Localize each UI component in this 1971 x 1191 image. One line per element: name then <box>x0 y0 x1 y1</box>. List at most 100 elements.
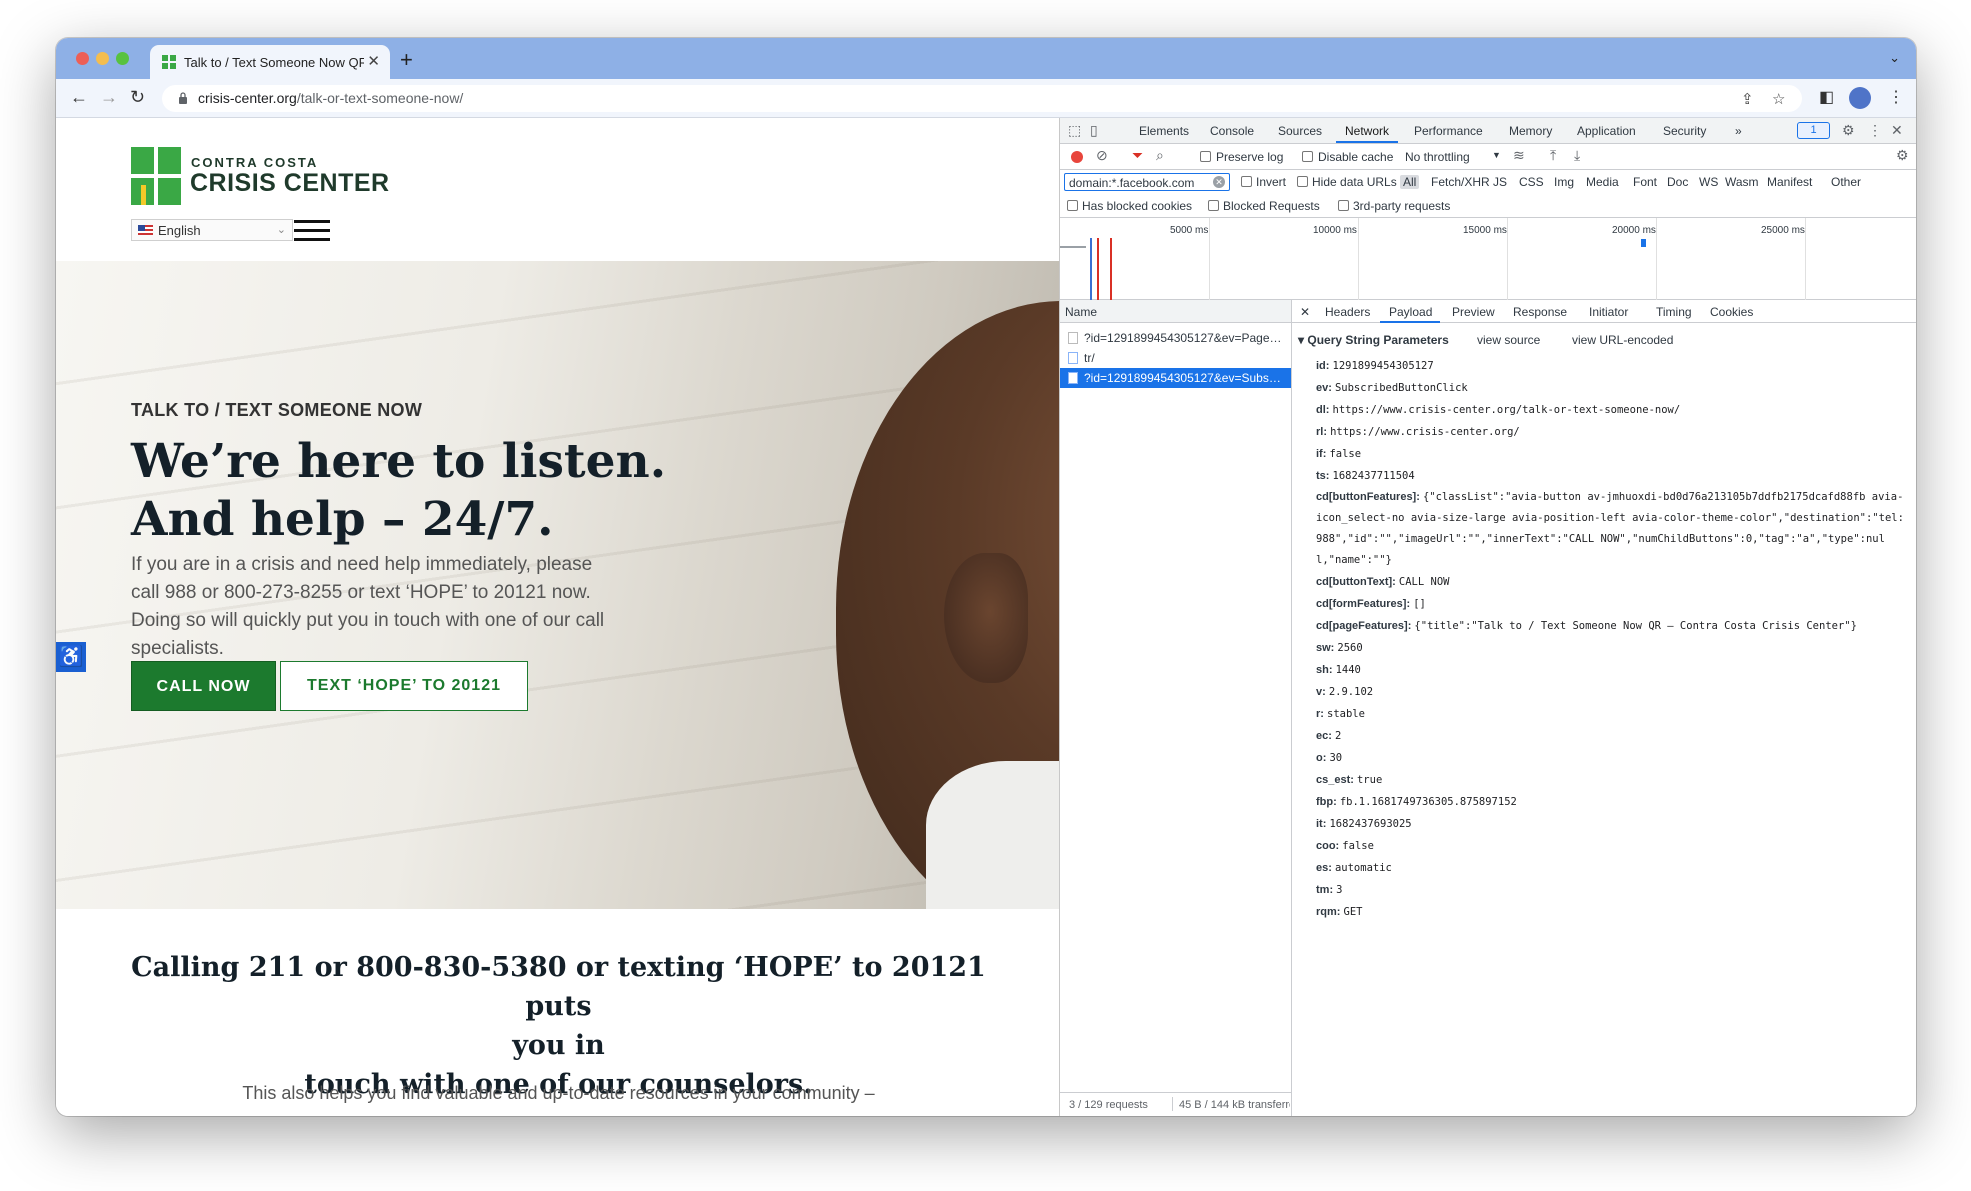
clear-filter-icon[interactable]: ✕ <box>1213 176 1225 188</box>
search-icon[interactable]: ⌕ <box>1156 147 1164 164</box>
document-icon <box>1068 372 1078 384</box>
devtools-more-tabs[interactable]: » <box>1735 124 1742 138</box>
devtools-tab-performance[interactable]: Performance <box>1414 124 1483 138</box>
close-detail-icon[interactable]: ✕ <box>1300 305 1310 319</box>
invert-checkbox[interactable] <box>1241 176 1252 187</box>
device-toolbar-icon[interactable]: ▯ <box>1090 122 1098 139</box>
network-settings-gear-icon[interactable]: ⚙ <box>1896 147 1909 164</box>
detail-tab-cookies[interactable]: Cookies <box>1710 305 1753 319</box>
tab-search-chevron-icon[interactable]: ⌄ <box>1889 50 1900 66</box>
type-filter-doc[interactable]: Doc <box>1667 175 1688 189</box>
hamburger-menu-icon[interactable] <box>294 220 330 242</box>
filter-bar-2: Has blocked cookies Blocked Requests 3rd… <box>1060 194 1916 218</box>
hide-data-urls-checkbox[interactable] <box>1297 176 1308 187</box>
transfer-size: 45 B / 144 kB transferred <box>1172 1097 1290 1111</box>
third-party-label: 3rd-party requests <box>1353 199 1451 213</box>
inspect-element-icon[interactable]: ⬚ <box>1068 122 1081 139</box>
browser-tab[interactable]: Talk to / Text Someone Now QR ✕ <box>150 45 390 79</box>
name-column-header[interactable]: Name <box>1060 300 1291 323</box>
language-select[interactable]: English ⌄ <box>131 219 293 241</box>
request-row[interactable]: ?id=1291899454305127&ev=PageView <box>1060 328 1291 348</box>
reload-icon[interactable]: ↻ <box>130 87 145 108</box>
overview-bar <box>1060 246 1086 248</box>
query-param-row: tm: 3 <box>1316 879 1908 901</box>
back-arrow-icon[interactable]: ← <box>70 87 88 108</box>
devtools-tab-memory[interactable]: Memory <box>1509 124 1552 138</box>
detail-tab-preview[interactable]: Preview <box>1452 305 1495 319</box>
query-params-list: id: 1291899454305127 ev: SubscribedButton… <box>1316 355 1908 923</box>
query-param-value: https://www.crisis-center.org/talk-or-te… <box>1332 404 1681 416</box>
detail-tab-response[interactable]: Response <box>1513 305 1567 319</box>
network-overview[interactable]: 5000 ms 10000 ms 15000 ms 20000 ms 25000… <box>1060 218 1916 300</box>
import-har-icon[interactable]: ⤒ <box>1550 147 1556 164</box>
devtools-panel: ⬚ ▯ Elements Console Sources Network Per… <box>1059 118 1916 1116</box>
close-window-button[interactable] <box>76 52 89 65</box>
side-panel-icon[interactable]: ◧ <box>1819 87 1834 107</box>
forward-arrow-icon[interactable]: → <box>100 87 118 108</box>
filter-input[interactable]: domain:*.facebook.com ✕ <box>1064 173 1230 191</box>
type-filter-media[interactable]: Media <box>1586 175 1619 189</box>
maximize-window-button[interactable] <box>116 52 129 65</box>
network-conditions-icon[interactable]: ≋ <box>1513 147 1525 164</box>
query-param-value: 1440 <box>1335 664 1361 676</box>
query-string-heading[interactable]: ▾ Query String Parameters <box>1298 333 1449 347</box>
view-url-encoded-link[interactable]: view URL-encoded <box>1572 333 1673 347</box>
devtools-tab-elements[interactable]: Elements <box>1139 124 1189 138</box>
type-filter-img[interactable]: Img <box>1554 175 1574 189</box>
bookmark-star-icon[interactable]: ☆ <box>1772 90 1785 108</box>
overview-load-line <box>1097 238 1099 300</box>
detail-tab-timing[interactable]: Timing <box>1656 305 1692 319</box>
export-har-icon[interactable]: ⤓ <box>1574 147 1580 164</box>
type-filter-other[interactable]: Other <box>1831 175 1861 189</box>
detail-tab-headers[interactable]: Headers <box>1325 305 1370 319</box>
invert-label: Invert <box>1256 175 1287 189</box>
issues-badge[interactable]: 1 <box>1797 122 1830 139</box>
document-icon <box>1068 352 1078 364</box>
query-param-key: cd[buttonFeatures]: <box>1316 491 1420 503</box>
settings-gear-icon[interactable]: ⚙ <box>1842 122 1855 139</box>
devtools-tab-network[interactable]: Network <box>1345 124 1389 138</box>
query-param-row: o: 30 <box>1316 747 1908 769</box>
profile-avatar[interactable] <box>1849 87 1871 109</box>
detail-tab-payload[interactable]: Payload <box>1389 305 1432 319</box>
third-party-checkbox[interactable] <box>1338 200 1349 211</box>
preserve-log-checkbox[interactable] <box>1200 151 1211 162</box>
request-row-selected[interactable]: ?id=1291899454305127&ev=SubscribedButton… <box>1060 368 1291 388</box>
accessibility-icon[interactable]: ♿ <box>56 642 86 672</box>
type-filter-manifest[interactable]: Manifest <box>1767 175 1812 189</box>
devtools-menu-icon[interactable]: ⋮ <box>1868 122 1882 139</box>
request-row[interactable]: tr/ <box>1060 348 1291 368</box>
devtools-tab-console[interactable]: Console <box>1210 124 1254 138</box>
devtools-tab-application[interactable]: Application <box>1577 124 1636 138</box>
menu-kebab-icon[interactable]: ⋮ <box>1888 87 1904 107</box>
call-now-button[interactable]: CALL NOW <box>131 661 276 711</box>
minimize-window-button[interactable] <box>96 52 109 65</box>
hide-data-urls-label: Hide data URLs <box>1312 175 1397 189</box>
view-source-link[interactable]: view source <box>1477 333 1540 347</box>
devtools-tab-security[interactable]: Security <box>1663 124 1706 138</box>
query-param-key: sw: <box>1316 642 1335 654</box>
type-filter-wasm[interactable]: Wasm <box>1725 175 1759 189</box>
address-bar[interactable]: crisis-center.org/talk-or-text-someone-n… <box>162 85 1802 112</box>
new-tab-button[interactable]: + <box>400 47 413 73</box>
type-filter-all[interactable]: All <box>1400 175 1420 189</box>
tab-close-icon[interactable]: ✕ <box>367 52 380 70</box>
filter-funnel-icon[interactable]: ⏷ <box>1132 147 1143 164</box>
type-filter-fetch-xhr[interactable]: Fetch/XHR <box>1431 175 1490 189</box>
blocked-cookies-checkbox[interactable] <box>1067 200 1078 211</box>
close-devtools-icon[interactable]: ✕ <box>1891 122 1903 139</box>
share-icon[interactable]: ⇪ <box>1741 90 1754 108</box>
devtools-tab-sources[interactable]: Sources <box>1278 124 1322 138</box>
record-icon[interactable] <box>1071 151 1083 163</box>
blocked-requests-checkbox[interactable] <box>1208 200 1219 211</box>
type-filter-js[interactable]: JS <box>1493 175 1507 189</box>
disable-cache-checkbox[interactable] <box>1302 151 1313 162</box>
detail-tab-initiator[interactable]: Initiator <box>1589 305 1628 319</box>
type-filter-ws[interactable]: WS <box>1699 175 1718 189</box>
throttling-select[interactable]: No throttling <box>1405 150 1470 164</box>
text-hope-button[interactable]: TEXT ‘HOPE’ TO 20121 <box>280 661 528 711</box>
hero-body: If you are in a crisis and need help imm… <box>131 554 605 659</box>
type-filter-font[interactable]: Font <box>1633 175 1657 189</box>
clear-icon[interactable]: ⊘ <box>1096 147 1108 164</box>
type-filter-css[interactable]: CSS <box>1519 175 1544 189</box>
